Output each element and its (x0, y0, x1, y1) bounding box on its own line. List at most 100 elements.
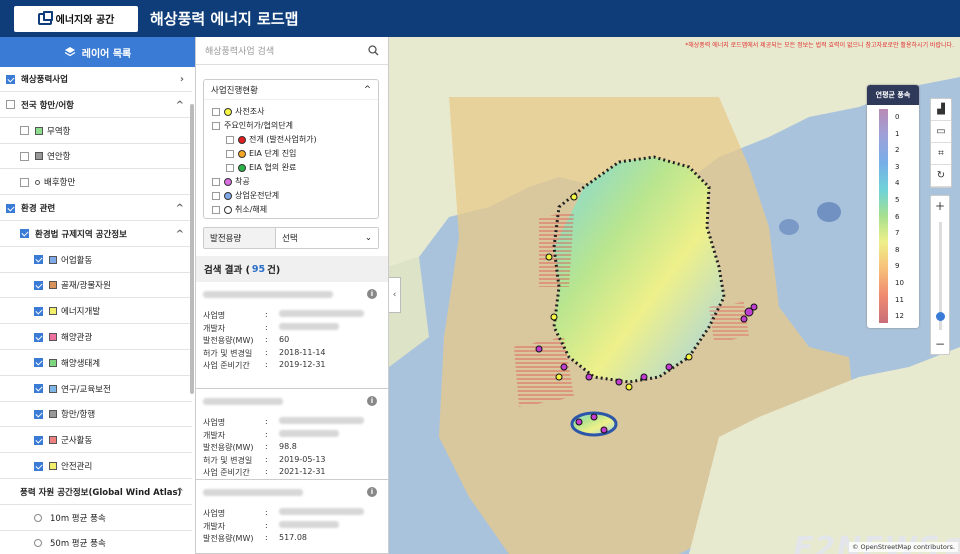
status-filter: 사업진행현황 ^ 사전조사주요인허가/협의단계전개 (발전사업허가) EIA 단계… (203, 79, 379, 219)
status-checkbox[interactable] (212, 205, 220, 214)
result-card[interactable]: i 사업명: 개발자: 발전용량(MW):60 허가 및 변경일:2018-11-14 사… (196, 282, 388, 389)
layer-item[interactable]: 연구/교육보전 (0, 377, 192, 402)
field-colon: : (265, 467, 268, 476)
status-option[interactable]: 취소/해제 (212, 204, 267, 215)
layer-panel-header: 레이어 목록 (0, 37, 195, 67)
layer-checkbox[interactable] (6, 74, 15, 84)
layer-checkbox[interactable] (34, 358, 43, 368)
layer-checkbox[interactable] (34, 461, 43, 471)
result-card[interactable]: i 사업명: 개발자: 발전용량(MW):517.08 (196, 480, 388, 554)
field-value-blurred (279, 322, 339, 330)
layer-checkbox[interactable] (20, 126, 29, 136)
layer-item[interactable]: 에너지개발 (0, 299, 192, 325)
layer-checkbox[interactable] (34, 332, 43, 342)
layer-toggle-icon[interactable]: ^ (176, 229, 184, 240)
status-option[interactable]: 착공 (212, 176, 250, 187)
zoom-in-button[interactable]: + (931, 196, 949, 216)
search-icon[interactable] (368, 45, 379, 56)
result-card[interactable]: i 사업명: 개발자: 발전용량(MW):98.8 허가 및 변경일:2019-05-1… (196, 389, 388, 480)
layer-item[interactable]: 해상풍력사업 › (0, 67, 192, 92)
layer-checkbox[interactable] (20, 151, 29, 161)
layer-label: 환경 관련 (21, 204, 56, 214)
search-input[interactable]: 해상풍력사업 검색 (196, 37, 388, 65)
korea-map-icon[interactable]: ▟ (931, 99, 951, 121)
field-value: 2019-12-31 (279, 360, 326, 369)
layer-checkbox[interactable] (20, 177, 29, 187)
map-attribution[interactable]: © OpenStreetMap contributors. (848, 542, 958, 552)
layer-item[interactable]: 풍력 자원 공간정보(Global Wind Atlas) ^ (0, 480, 192, 505)
status-checkbox[interactable] (212, 107, 220, 116)
area-measure-icon[interactable]: ⌗ (931, 143, 951, 165)
layer-item[interactable]: 해양생태계 (0, 351, 192, 376)
layer-item[interactable]: 무역항 (0, 119, 192, 144)
layer-toggle-icon[interactable]: › (180, 74, 184, 85)
status-option[interactable]: EIA 단계 진입 (226, 148, 296, 159)
layer-item[interactable]: 환경 관련 ^ (0, 196, 192, 221)
layer-checkbox[interactable] (20, 229, 29, 239)
layer-checkbox[interactable] (6, 203, 15, 213)
layer-toggle-icon[interactable]: ^ (176, 203, 184, 214)
status-filter-header[interactable]: 사업진행현황 ^ (204, 80, 378, 100)
legend-swatch-icon (49, 436, 57, 445)
layer-item[interactable]: 안전관리 (0, 454, 192, 479)
status-dot-icon (238, 163, 246, 172)
layer-label: 무역항 (47, 126, 71, 137)
radio-button[interactable] (34, 539, 42, 548)
zoom-slider-handle[interactable] (936, 312, 945, 321)
status-option[interactable]: 사전조사 (212, 106, 264, 117)
layer-item[interactable]: 50m 평균 풍속 (0, 531, 192, 554)
layer-item[interactable]: 어업활동 (0, 248, 192, 273)
layer-item[interactable]: 환경법 규제지역 공간정보 ^ (0, 222, 192, 247)
status-checkbox[interactable] (212, 191, 220, 200)
status-option[interactable]: EIA 협의 완료 (226, 162, 296, 173)
status-checkbox[interactable] (226, 135, 234, 144)
legend-tick: 4 (895, 179, 900, 188)
layer-checkbox[interactable] (34, 280, 43, 290)
layer-item[interactable]: 10m 평균 풍속 (0, 506, 192, 531)
layer-item[interactable]: 연안항 (0, 144, 192, 170)
radio-button[interactable] (34, 513, 42, 522)
status-checkbox[interactable] (212, 177, 220, 186)
info-icon[interactable]: i (367, 396, 377, 406)
logo-text: 에너지와 공간 (55, 15, 115, 26)
layer-item[interactable]: 전국 항만/어항 ^ (0, 93, 192, 118)
layer-item[interactable]: 골재/광물자원 (0, 273, 192, 299)
layer-label: 항만/항행 (61, 410, 96, 421)
legend-tick: 7 (895, 229, 900, 238)
layer-toggle-icon[interactable]: ^ (176, 487, 184, 498)
info-icon[interactable]: i (367, 289, 377, 299)
zoom-out-button[interactable]: − (931, 334, 949, 354)
capacity-select[interactable]: 발전용량 선택 ⌄ (203, 227, 379, 249)
status-option[interactable]: 전개 (발전사업허가) (226, 134, 317, 145)
status-checkbox[interactable] (226, 149, 234, 158)
layer-item[interactable]: 항만/항행 (0, 402, 192, 428)
layer-toggle-icon[interactable]: ^ (176, 100, 184, 111)
field-value-blurred (279, 520, 339, 528)
layer-checkbox[interactable] (6, 100, 15, 110)
layer-panel: 레이어 목록 해상풍력사업 › 전국 항만/어항 ^ 무역항 연안항 배후항만 환경 관련 ^ 환… (0, 37, 196, 554)
refresh-icon[interactable]: ↻ (931, 165, 951, 187)
layer-checkbox[interactable] (34, 255, 43, 265)
layer-checkbox[interactable] (34, 409, 43, 419)
layer-item[interactable]: 배후항만 (0, 170, 192, 196)
status-option[interactable]: 주요인허가/협의단계 (212, 120, 293, 131)
app-header: 에너지와 공간 해상풍력 에너지 로드맵 (0, 0, 960, 37)
status-option[interactable]: 상업운전단계 (212, 190, 279, 201)
status-checkbox[interactable] (226, 163, 234, 172)
layer-checkbox[interactable] (34, 306, 43, 316)
layer-item[interactable]: 해양관광 (0, 325, 192, 350)
legend-tick: 11 (895, 295, 904, 304)
layer-scrollbar[interactable] (190, 104, 194, 394)
ruler-icon[interactable]: ▭ (931, 121, 951, 143)
status-label: 상업운전단계 (235, 191, 280, 200)
panel-collapse-button[interactable]: ‹ (389, 277, 401, 313)
layer-checkbox[interactable] (34, 435, 43, 445)
legend-swatch-icon (49, 281, 57, 290)
field-value: 2018-11-14 (279, 347, 326, 357)
info-icon[interactable]: i (367, 487, 377, 497)
chevron-up-icon[interactable]: ^ (364, 85, 371, 95)
layer-checkbox[interactable] (34, 384, 43, 394)
status-checkbox[interactable] (212, 121, 220, 130)
logo[interactable]: 에너지와 공간 (14, 5, 138, 32)
layer-item[interactable]: 군사활동 (0, 428, 192, 454)
